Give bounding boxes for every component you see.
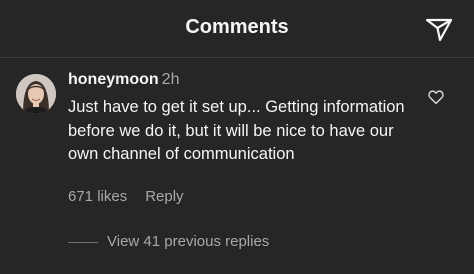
avatar[interactable] (16, 74, 56, 114)
like-button[interactable] (427, 88, 445, 106)
username[interactable]: honeymoon (68, 71, 159, 88)
avatar-photo (16, 74, 56, 114)
comments-header: Comments (0, 0, 474, 58)
paper-plane-icon (425, 18, 453, 42)
header-divider (0, 57, 474, 58)
page-title: Comments (185, 16, 289, 38)
comment-time: 2h (161, 71, 180, 88)
likes-count[interactable]: 671 likes (68, 188, 127, 205)
reply-button[interactable]: Reply (145, 188, 183, 205)
replies-line (68, 242, 98, 243)
send-button[interactable] (422, 12, 456, 46)
comment-header: honeymoon 2h (68, 71, 179, 89)
comment-text: Just have to get it set up... Getting in… (68, 98, 405, 163)
view-replies-label[interactable]: View 41 previous replies (107, 233, 269, 250)
comment-meta: 671 likes Reply (68, 188, 184, 205)
comments-screen: Comments honeymoon 2h Just have to get it… (0, 0, 474, 274)
heart-outline-icon (428, 90, 444, 105)
